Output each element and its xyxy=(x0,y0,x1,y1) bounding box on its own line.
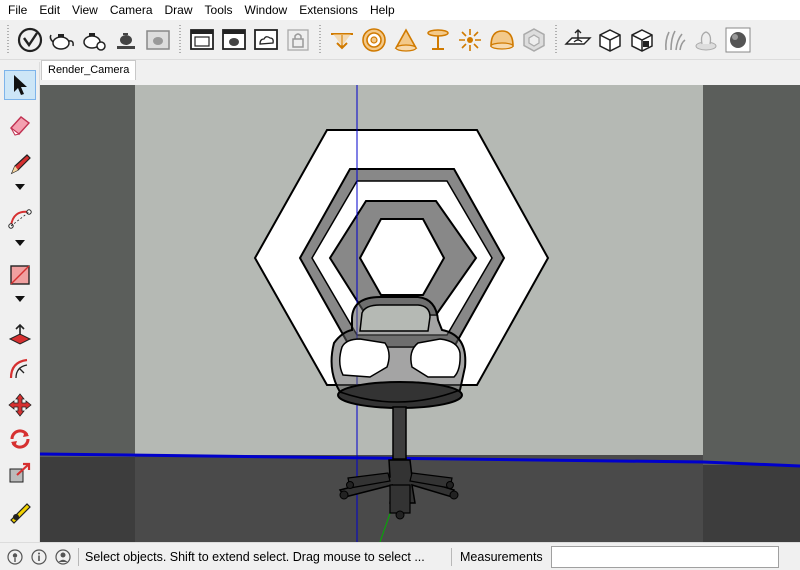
rings-icon[interactable] xyxy=(358,24,390,56)
table-icon[interactable] xyxy=(422,24,454,56)
user-account-icon[interactable] xyxy=(54,548,72,566)
sun-burst-icon[interactable] xyxy=(454,24,486,56)
menu-camera[interactable]: Camera xyxy=(104,0,159,20)
sphere-icon[interactable] xyxy=(722,24,754,56)
info-credits-icon[interactable] xyxy=(30,548,48,566)
grass-icon[interactable] xyxy=(658,24,690,56)
measurements-label: Measurements xyxy=(460,549,543,564)
teapot-settings-icon[interactable] xyxy=(78,24,110,56)
geo-location-icon[interactable] xyxy=(6,548,24,566)
sketchup-window: File Edit View Camera Draw Tools Window … xyxy=(0,0,800,570)
menu-bar: File Edit View Camera Draw Tools Window … xyxy=(0,0,800,20)
menu-window[interactable]: Window xyxy=(239,0,294,20)
box-cut-icon[interactable] xyxy=(626,24,658,56)
rectangle-icon[interactable] xyxy=(4,260,36,290)
offset-icon[interactable] xyxy=(4,354,36,384)
status-divider xyxy=(451,547,452,566)
sketchup-logo-icon[interactable] xyxy=(14,24,46,56)
move-icon[interactable] xyxy=(4,390,36,420)
window-teapot-icon[interactable] xyxy=(218,24,250,56)
model-viewport[interactable] xyxy=(40,85,800,542)
shrub-icon[interactable] xyxy=(690,24,722,56)
window-cloud-icon[interactable] xyxy=(250,24,282,56)
teapot-frame-icon[interactable] xyxy=(142,24,174,56)
menu-edit[interactable]: Edit xyxy=(33,0,66,20)
left-floor xyxy=(40,457,135,542)
scene-tab-render-camera[interactable]: Render_Camera xyxy=(41,60,137,80)
cone-icon[interactable] xyxy=(390,24,422,56)
hex-box-icon[interactable] xyxy=(518,24,550,56)
push-pull-icon[interactable] xyxy=(4,320,36,350)
scene-render[interactable] xyxy=(40,85,800,542)
toolbar-grip[interactable] xyxy=(5,24,11,55)
scale-icon[interactable] xyxy=(4,458,36,488)
chevron-down-icon[interactable] xyxy=(12,294,28,304)
left-wall xyxy=(40,85,135,457)
menu-extensions[interactable]: Extensions xyxy=(293,0,364,20)
status-divider xyxy=(78,547,79,566)
scene-tab-bar: Render_Camera xyxy=(40,60,800,80)
right-floor xyxy=(703,465,800,542)
lock-icon[interactable] xyxy=(282,24,314,56)
menu-view[interactable]: View xyxy=(66,0,104,20)
status-bar: Select objects. Shift to extend select. … xyxy=(0,542,800,570)
toolbar-grip[interactable] xyxy=(317,24,323,55)
teapot-icon[interactable] xyxy=(46,24,78,56)
toolbar-grip[interactable] xyxy=(177,24,183,55)
main-toolbar xyxy=(0,20,800,60)
measurements-input[interactable] xyxy=(550,545,779,568)
tool-palette xyxy=(0,62,40,542)
menu-help[interactable]: Help xyxy=(364,0,401,20)
window-frame-icon[interactable] xyxy=(186,24,218,56)
tape-measure-icon[interactable] xyxy=(4,498,36,528)
select-arrow-icon[interactable] xyxy=(4,70,36,100)
menu-file[interactable]: File xyxy=(2,0,33,20)
rotate-icon[interactable] xyxy=(4,424,36,454)
teapot-cup-icon[interactable] xyxy=(110,24,142,56)
eraser-icon[interactable] xyxy=(4,110,36,140)
pencil-icon[interactable] xyxy=(4,150,36,180)
arc-icon[interactable] xyxy=(4,204,36,234)
chevron-down-icon[interactable] xyxy=(12,182,28,192)
dome-icon[interactable] xyxy=(486,24,518,56)
menu-tools[interactable]: Tools xyxy=(199,0,239,20)
toolbar-grip[interactable] xyxy=(553,24,559,55)
menu-draw[interactable]: Draw xyxy=(159,0,199,20)
right-wall xyxy=(703,85,800,465)
push-down-icon[interactable] xyxy=(326,24,358,56)
box-icon[interactable] xyxy=(594,24,626,56)
status-text: Select objects. Shift to extend select. … xyxy=(85,549,425,564)
chevron-down-icon[interactable] xyxy=(12,238,28,248)
plane-icon[interactable] xyxy=(562,24,594,56)
